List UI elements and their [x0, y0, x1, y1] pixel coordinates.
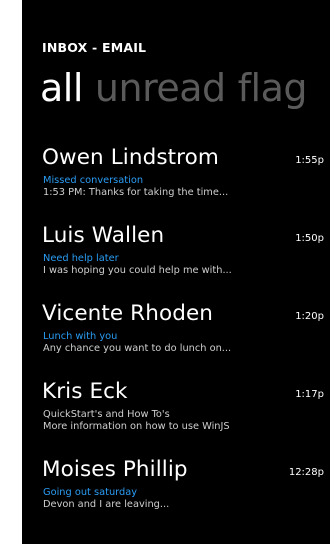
message-subject: Lunch with you [43, 331, 118, 342]
message-item[interactable]: Moises Phillip 12:28p Going out saturday… [42, 454, 328, 532]
phone-screen: INBOX - EMAIL all unread flag Owen Lindstr… [22, 0, 330, 544]
message-time: 1:55p [295, 155, 324, 166]
message-preview: 1:53 PM: Thanks for taking the time... [43, 187, 229, 198]
message-sender: Kris Eck [42, 379, 128, 404]
message-time: 1:17p [295, 389, 324, 400]
message-subject: QuickStart's and How To's [43, 409, 170, 420]
message-item[interactable]: Owen Lindstrom 1:55p Missed conversation… [42, 142, 328, 220]
message-preview: More information on how to use WinJS [43, 421, 230, 432]
message-time: 12:28p [288, 467, 324, 478]
tab-all[interactable]: all [40, 66, 83, 110]
message-subject: Missed conversation [43, 175, 144, 186]
message-item[interactable]: Kris Eck 1:17p QuickStart's and How To's… [42, 376, 328, 454]
message-subject: Going out saturday [43, 487, 138, 498]
tab-flag[interactable]: flag [238, 66, 308, 110]
app-title: INBOX - EMAIL [42, 40, 147, 55]
message-time: 1:20p [295, 311, 324, 322]
message-item[interactable]: Luis Wallen 1:50p Need help later I was … [42, 220, 328, 298]
message-time: 1:50p [295, 233, 324, 244]
message-preview: I was hoping you could help me with... [43, 265, 232, 276]
message-subject: Need help later [43, 253, 119, 264]
message-sender: Vicente Rhoden [42, 301, 213, 326]
message-preview: Any chance you want to do lunch on... [43, 343, 232, 354]
message-item[interactable]: Vicente Rhoden 1:20p Lunch with you Any … [42, 298, 328, 376]
pivot-header: all unread flag [40, 64, 319, 112]
message-sender: Owen Lindstrom [42, 145, 219, 170]
message-sender: Moises Phillip [42, 457, 188, 482]
message-sender: Luis Wallen [42, 223, 165, 248]
message-list: Owen Lindstrom 1:55p Missed conversation… [42, 142, 328, 532]
tab-unread[interactable]: unread [95, 66, 226, 110]
message-preview: Devon and I are leaving... [43, 499, 170, 510]
